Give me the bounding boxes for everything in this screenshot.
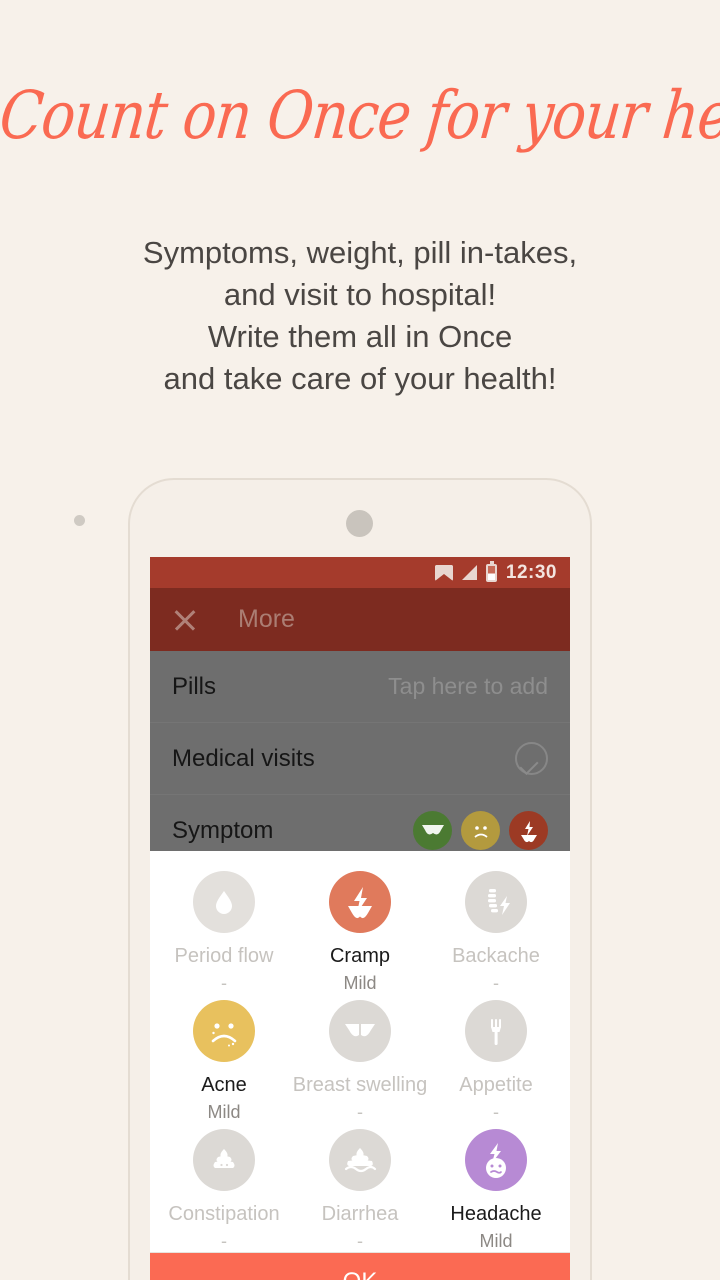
subtitle-line-1: Symptoms, weight, pill in-takes,: [142, 235, 578, 270]
symptom-badge-group: [413, 811, 548, 850]
symptom-cell-diarrhea[interactable]: Diarrhea -: [292, 1123, 428, 1252]
symptom-value: -: [357, 1231, 363, 1251]
list-row-medical-visits[interactable]: Medical visits: [150, 723, 570, 795]
symptom-cell-headache[interactable]: Headache Mild: [428, 1123, 564, 1252]
subtitle-line-4: and take care of your health!: [163, 361, 557, 396]
phone-camera-icon: [346, 510, 373, 537]
symptom-label: Headache: [450, 1203, 542, 1225]
page-subtitle: Symptoms, weight, pill in-takes, and vis…: [0, 232, 720, 400]
ok-button[interactable]: OK: [150, 1252, 570, 1280]
toolbar-title: More: [238, 605, 295, 633]
symptom-label: Constipation: [168, 1203, 280, 1225]
subtitle-line-3: Write them all in Once: [207, 319, 513, 354]
symptom-label: Backache: [452, 945, 540, 967]
phone-screen: 12:30 More Pills Tap here to add Medical…: [150, 557, 570, 1280]
symptom-label: Appetite: [459, 1074, 533, 1096]
list-row-label: Medical visits: [172, 744, 315, 772]
symptom-grid: Period flow - Cramp Mild Backache - Acne…: [150, 851, 570, 1252]
acne-badge: [461, 811, 500, 850]
subtitle-line-2: and visit to hospital!: [223, 277, 497, 312]
entry-list: Pills Tap here to add Medical visits Sym…: [150, 651, 570, 867]
wifi-icon: [434, 564, 453, 581]
symptom-cell-acne[interactable]: Acne Mild: [156, 994, 292, 1123]
bra-icon: [329, 1000, 391, 1062]
symptom-label: Diarrhea: [321, 1203, 399, 1225]
symptom-value: -: [221, 973, 227, 993]
sad-face-icon: [193, 1000, 255, 1062]
symptom-cell-period-flow[interactable]: Period flow -: [156, 865, 292, 994]
symptom-value: Mild: [207, 1102, 241, 1122]
signal-icon: [461, 565, 477, 580]
symptom-cell-appetite[interactable]: Appetite -: [428, 994, 564, 1123]
headache-icon: [465, 1129, 527, 1191]
stool-icon: [193, 1129, 255, 1191]
symptom-label: Acne: [201, 1074, 247, 1096]
symptom-label: Cramp: [329, 945, 390, 967]
battery-icon: [485, 560, 497, 582]
droplet-icon: [193, 871, 255, 933]
list-row-label: Pills: [172, 672, 217, 700]
status-bar: 12:30: [150, 557, 570, 588]
symptom-cell-cramp[interactable]: Cramp Mild: [292, 865, 428, 994]
symptom-label: Period flow: [174, 945, 274, 967]
symptom-cell-breast-swelling[interactable]: Breast swelling -: [292, 994, 428, 1123]
status-bar-clock: 12:30: [505, 561, 557, 583]
symptom-cell-constipation[interactable]: Constipation -: [156, 1123, 292, 1252]
diarrhea-icon: [329, 1129, 391, 1191]
symptom-label: Breast swelling: [292, 1074, 428, 1096]
check-circle-icon[interactable]: [515, 742, 548, 775]
page-headline: Count on Once for your health: [0, 77, 720, 155]
fork-icon: [465, 1000, 527, 1062]
cramp-icon: [329, 871, 391, 933]
symptom-value: -: [493, 973, 499, 993]
symptom-value: -: [493, 1102, 499, 1122]
breast-swelling-badge: [413, 811, 452, 850]
symptom-value: -: [357, 1102, 363, 1122]
list-row-label: Symptom: [172, 816, 274, 844]
symptom-value: -: [221, 1231, 227, 1251]
symptom-cell-backache[interactable]: Backache -: [428, 865, 564, 994]
list-row-pills[interactable]: Pills Tap here to add: [150, 651, 570, 723]
symptom-picker-sheet: Period flow - Cramp Mild Backache - Acne…: [150, 851, 570, 1280]
symptom-value: Mild: [479, 1231, 513, 1251]
spine-icon: [465, 871, 527, 933]
list-row-hint: Tap here to add: [388, 673, 548, 699]
symptom-value: Mild: [343, 973, 377, 993]
cramp-badge: [509, 811, 548, 850]
app-toolbar: More: [150, 588, 570, 651]
close-icon[interactable]: [172, 607, 198, 633]
phone-sensor-icon: [74, 515, 85, 526]
